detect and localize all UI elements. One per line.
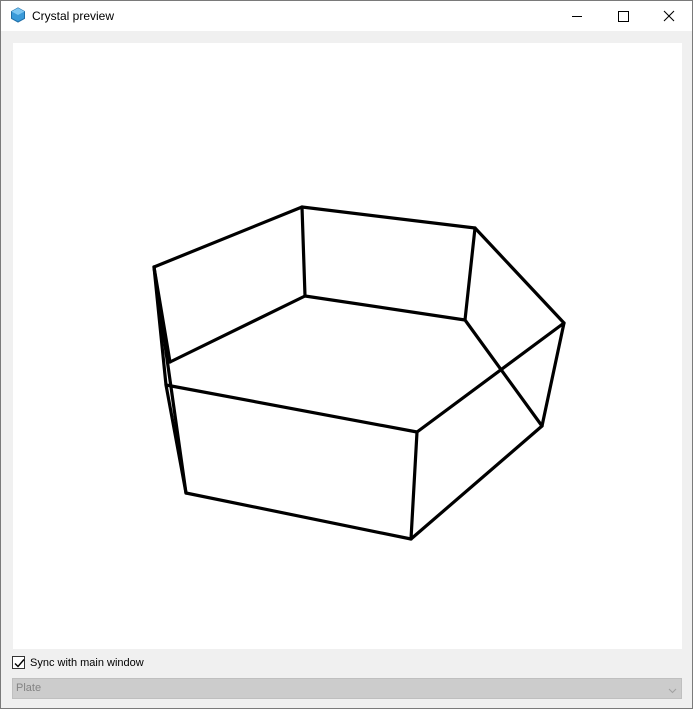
crystal-edge-front xyxy=(409,430,419,541)
title-bar[interactable]: Crystal preview xyxy=(1,1,692,31)
crystal-3d-viewport[interactable] xyxy=(13,43,682,649)
sync-checkbox[interactable] xyxy=(12,656,25,669)
shape-select-value: Plate xyxy=(16,682,42,694)
window-title: Crystal preview xyxy=(32,9,115,23)
close-button[interactable] xyxy=(646,1,692,31)
maximize-icon xyxy=(618,11,629,22)
close-icon xyxy=(663,10,675,22)
crystal-top-face xyxy=(152,205,566,434)
shape-select[interactable]: Plate xyxy=(12,678,682,699)
crystal-back-edges xyxy=(168,294,544,428)
crystal-edge-back-right xyxy=(463,226,477,322)
checkmark-icon xyxy=(14,659,25,668)
sync-label: Sync with main window xyxy=(30,657,144,669)
crystal-edge-back-left xyxy=(300,205,307,298)
maximize-button[interactable] xyxy=(600,1,646,31)
crystal-preview-window: Crystal preview Sync with main window Pl… xyxy=(0,0,693,709)
crystal-bottom-edges xyxy=(184,321,566,541)
crystal-wireframe xyxy=(152,205,566,541)
sync-option[interactable]: Sync with main window xyxy=(12,656,312,672)
crystal-hexagon-icon xyxy=(10,7,26,23)
crystal-edge-left-lower xyxy=(164,383,188,495)
minimize-button[interactable] xyxy=(554,1,600,31)
chevron-down-icon xyxy=(667,683,678,694)
minimize-icon xyxy=(572,16,582,17)
